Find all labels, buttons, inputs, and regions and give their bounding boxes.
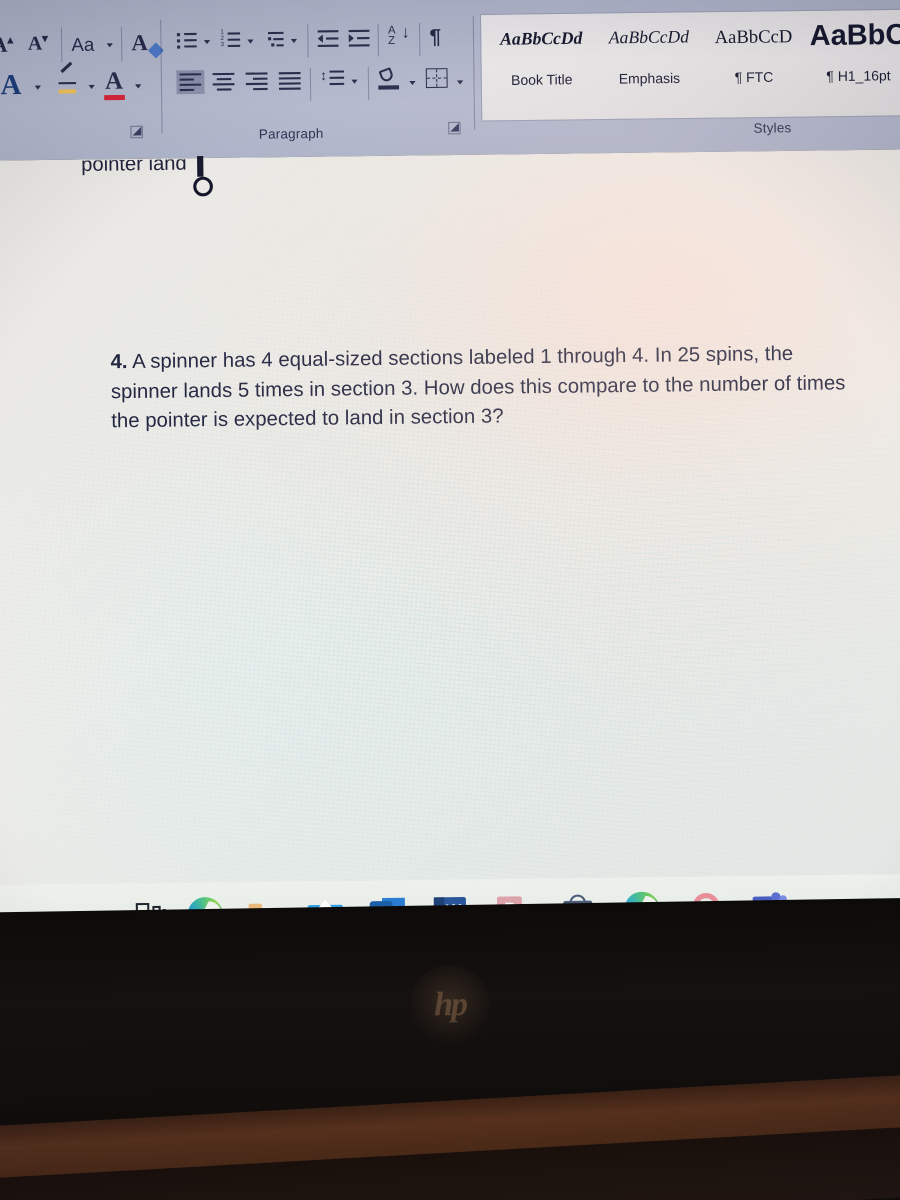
clear-formatting-icon[interactable]: A [131,29,148,56]
laptop-screen-photo: Layout References Mailings Review View H… [0,0,900,1200]
text-effects-caret-icon [34,85,41,90]
align-left-icon[interactable] [179,73,202,92]
font-sep-1 [60,27,63,63]
group-sep-paragraph-styles [472,16,476,130]
line-spacing-caret-icon [351,79,358,84]
sort-icon[interactable]: A Z ↓ [388,24,410,47]
style-emphasis[interactable]: AaBbCcDd Emphasis [593,12,706,119]
text-highlight-color-icon[interactable] [57,61,78,94]
question-paragraph[interactable]: 4. A spinner has 4 equal-sized sections … [110,339,851,437]
para-sep-3 [418,22,421,57]
paragraph-dialog-launcher[interactable]: ◢ [448,121,462,135]
grow-font-icon[interactable]: A▴ [0,32,13,58]
line-spacing-icon[interactable]: ↕ [320,68,345,90]
style-h1-16pt[interactable]: AaBbC ¶ H1_16pt [804,10,900,117]
borders-icon[interactable] [425,68,448,89]
numbering-caret-icon [247,39,254,44]
style-name: Book Title [511,71,573,89]
style-preview: AaBbCcD [714,25,793,48]
bullets-icon[interactable] [176,32,198,49]
style-name: Emphasis [618,70,681,87]
style-preview: AaBbCcDd [500,28,583,49]
highlight-caret-icon [88,84,95,90]
para-sep-1 [307,24,309,58]
ribbon-body: A▴ A▾ Aa A x2 A [0,2,900,161]
text-effects-icon[interactable]: A [0,69,21,102]
para-sep-4 [309,67,312,101]
font-color-icon[interactable]: A [105,68,123,96]
font-color-swatch [104,94,125,101]
font-sep-2 [120,26,123,62]
touch-selection-handle[interactable] [193,176,214,197]
shading-icon[interactable] [378,67,400,90]
style-preview: AaBbC [809,18,900,52]
multilevel-caret-icon [290,38,298,44]
question-text: A spinner has 4 equal-sized sections lab… [110,342,846,433]
style-name: ¶ H1_16pt [826,67,891,85]
change-case-icon[interactable]: Aa [71,34,94,56]
moire-overlay-secondary [0,149,900,925]
align-right-icon[interactable] [245,72,268,91]
group-sep-font-paragraph [160,19,163,134]
word-ribbon: Layout References Mailings Review View H… [0,0,900,161]
shading-caret-icon [409,80,416,86]
numbering-icon[interactable]: 1 2 3 [220,29,241,48]
align-center-icon[interactable] [212,72,235,91]
laptop-screen: Layout References Mailings Review View H… [0,0,900,925]
para-sep-2 [377,23,380,57]
para-sep-5 [367,67,370,101]
hp-logo: hp [409,964,491,1046]
styles-gallery: AaBbCcDd Book Title AaBbCcDd Emphasis Aa… [479,8,900,122]
style-book-title[interactable]: AaBbCcDd Book Title [485,14,598,121]
question-number: 4. [110,350,128,374]
style-ftc[interactable]: AaBbCcD ¶ FTC [700,11,807,118]
styles-group-label: Styles [753,119,792,136]
laptop-bezel: hp [0,897,900,1113]
document-page[interactable]: pointer land 4. A spinner has 4 equal-si… [0,149,900,925]
show-formatting-marks-icon[interactable]: ¶ [429,26,441,50]
font-color-caret-icon [135,84,142,89]
bullets-caret-icon [203,39,211,45]
change-case-caret-icon [106,43,113,48]
tab-layout[interactable]: Layout [0,0,50,2]
style-name: ¶ FTC [734,69,774,86]
tab-references[interactable]: References [89,0,173,1]
font-dialog-launcher[interactable]: ◢ [130,125,144,139]
increase-indent-icon[interactable] [348,29,370,47]
style-preview: AaBbCcDd [608,26,690,48]
text-cursor [197,155,204,177]
moire-overlay [0,149,900,925]
borders-caret-icon [456,80,464,85]
shrink-font-icon[interactable]: A▾ [28,32,48,56]
decrease-indent-icon[interactable] [317,30,339,47]
justify-icon[interactable] [278,72,301,91]
paragraph-group-label: Paragraph [258,125,324,142]
multilevel-list-icon[interactable] [264,31,285,48]
